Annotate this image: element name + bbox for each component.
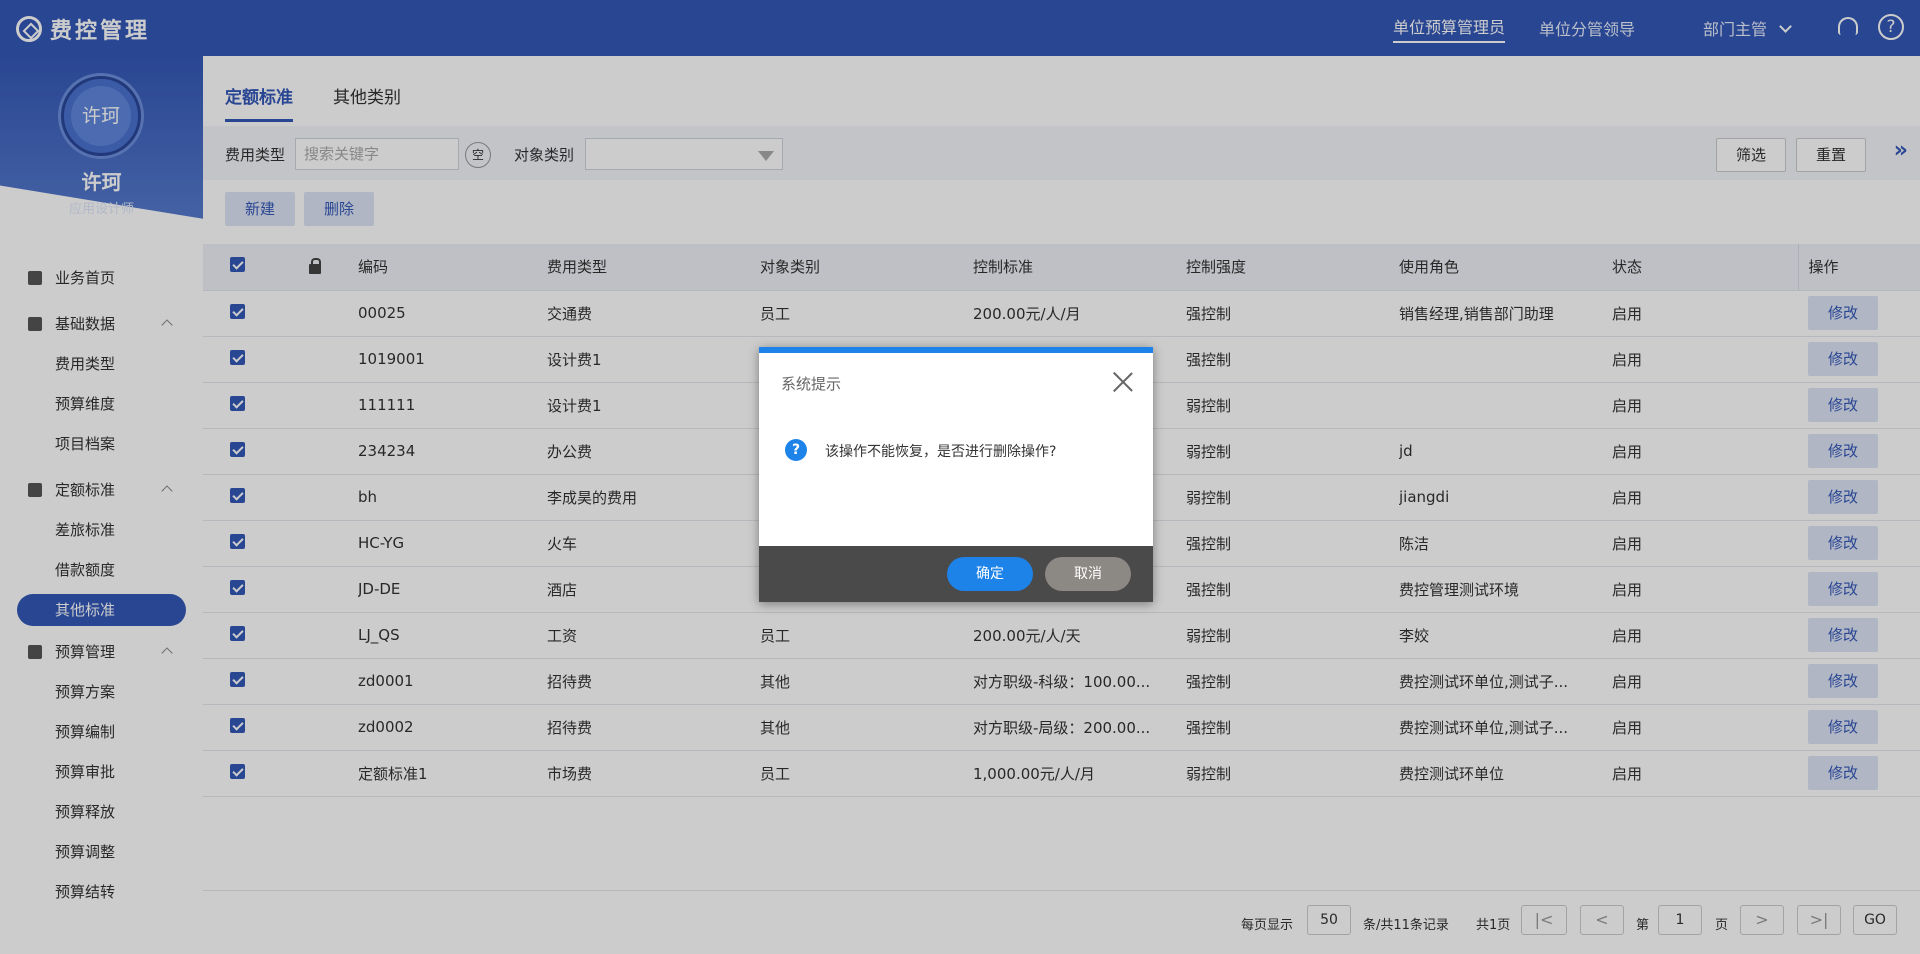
dialog-title: 系统提示 xyxy=(781,375,842,393)
confirm-button[interactable]: 确定 xyxy=(947,557,1033,591)
dialog-message: 该操作不能恢复，是否进行删除操作? xyxy=(825,444,1057,460)
question-icon: ? xyxy=(785,439,807,461)
dialog-footer: 确定 取消 xyxy=(759,546,1153,602)
cancel-button[interactable]: 取消 xyxy=(1045,557,1131,591)
confirm-dialog: 系统提示 ? 该操作不能恢复，是否进行删除操作? 确定 取消 xyxy=(759,347,1153,602)
close-icon[interactable] xyxy=(1111,369,1135,393)
dialog-accent-bar xyxy=(759,347,1153,353)
